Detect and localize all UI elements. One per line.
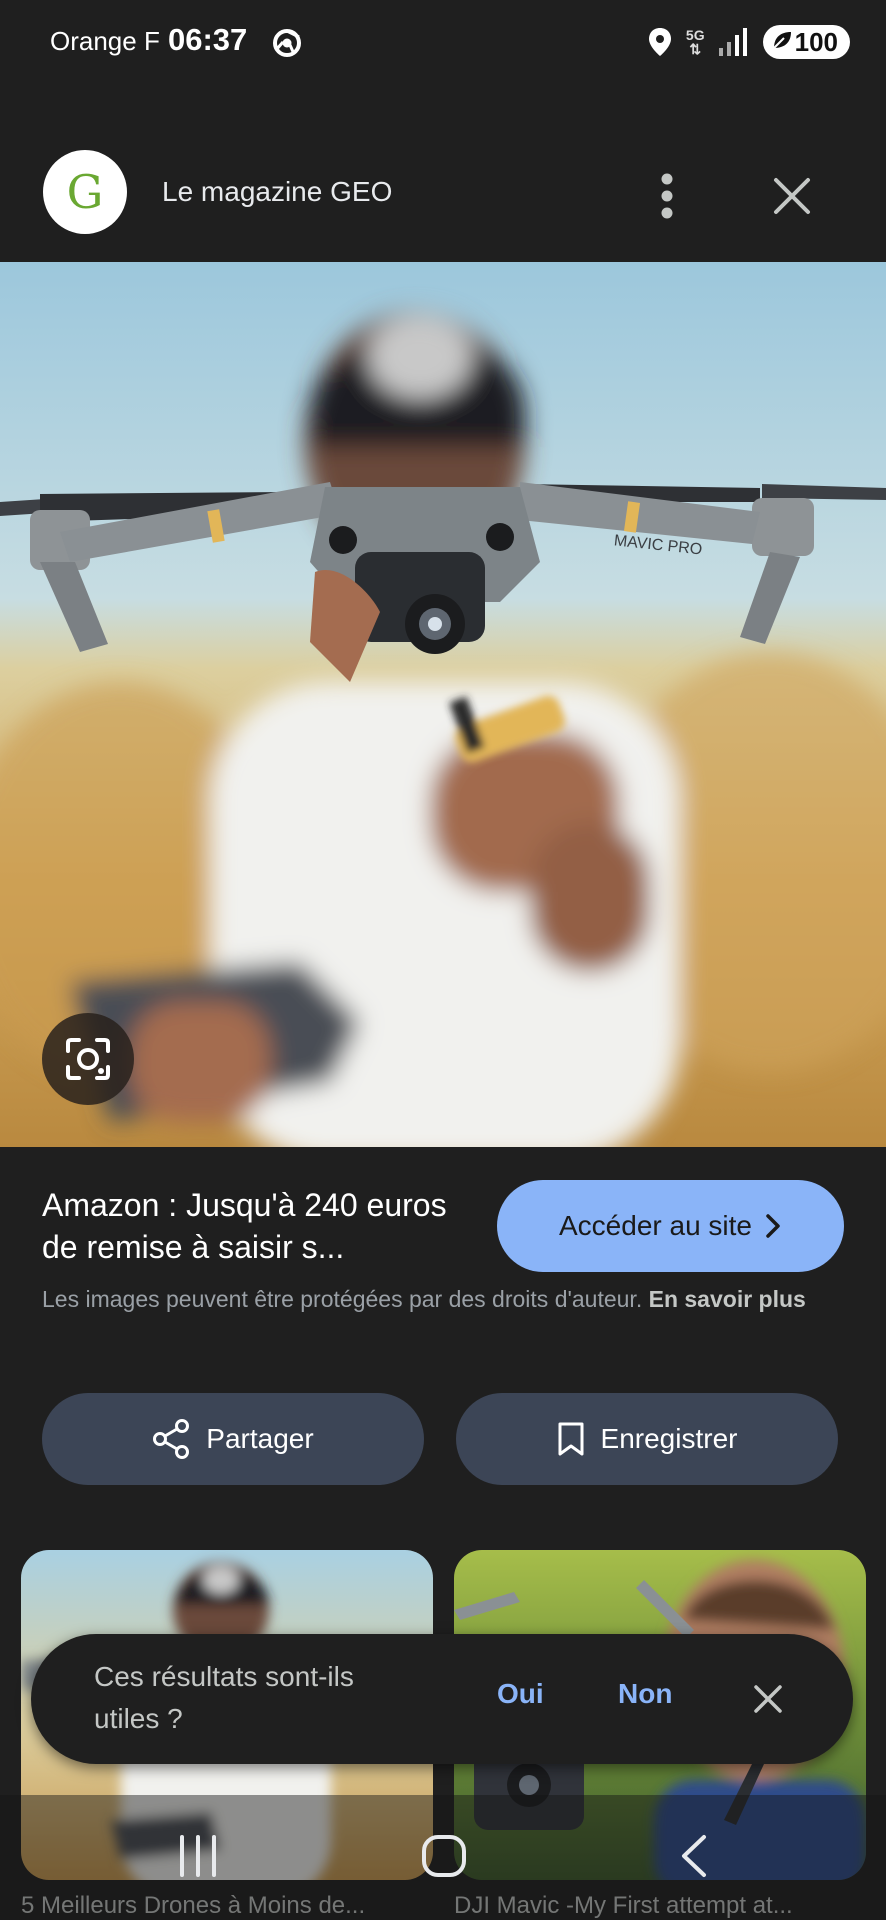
share-label: Partager <box>206 1423 314 1454</box>
carrier-label: Orange F <box>50 26 160 56</box>
back-icon <box>682 1835 706 1877</box>
feedback-close-button[interactable] <box>741 1672 795 1726</box>
battery-indicator: 100 <box>762 25 850 59</box>
visit-site-button[interactable]: Accéder au site <box>497 1180 844 1272</box>
save-label: Enregistrer <box>600 1423 738 1454</box>
more-vert-icon <box>661 173 673 219</box>
more-options-button[interactable] <box>645 164 689 228</box>
chrome-icon <box>272 28 302 58</box>
leaf-icon <box>771 27 793 58</box>
signal-icon <box>718 28 749 56</box>
lens-icon <box>66 1038 110 1080</box>
close-icon <box>774 178 810 214</box>
close-button[interactable] <box>760 164 824 228</box>
site-logo[interactable]: G <box>43 150 127 234</box>
home-button[interactable] <box>420 1833 468 1884</box>
system-navigation-bar <box>0 1795 886 1920</box>
source-header: G Le magazine GEO <box>0 120 886 260</box>
recent-apps-icon <box>180 1835 216 1877</box>
site-name[interactable]: Le magazine GEO <box>162 176 392 208</box>
status-bar: Orange F 06:37 5G ⇅ 100 <box>0 0 886 84</box>
home-icon <box>422 1835 466 1877</box>
chevron-right-icon <box>766 1214 780 1238</box>
network-type: 5G ⇅ <box>685 27 705 57</box>
copyright-notice: Les images peuvent être protégées par de… <box>42 1286 806 1312</box>
feedback-prompt: Ces résultats sont-ils utiles ? Oui Non <box>31 1634 853 1764</box>
feedback-no-button[interactable]: Non <box>618 1678 672 1710</box>
feedback-question: Ces résultats sont-ils utiles ? <box>94 1661 354 1734</box>
share-icon <box>153 1419 190 1459</box>
location-icon <box>648 27 672 57</box>
google-lens-button[interactable] <box>42 1013 134 1105</box>
close-icon <box>754 1685 782 1713</box>
result-title[interactable]: Amazon : Jusqu'à 240 euros de remise à s… <box>42 1184 462 1268</box>
recent-apps-button[interactable] <box>176 1833 220 1884</box>
feedback-yes-button[interactable]: Oui <box>497 1678 544 1710</box>
share-button[interactable]: Partager <box>42 1393 424 1485</box>
save-button[interactable]: Enregistrer <box>456 1393 838 1485</box>
battery-level: 100 <box>794 26 838 57</box>
back-button[interactable] <box>676 1833 712 1884</box>
learn-more-link[interactable]: En savoir plus <box>649 1286 806 1312</box>
visit-site-label: Accéder au site <box>559 1210 752 1241</box>
preview-image[interactable]: MAVIC PRO <box>0 262 886 1147</box>
clock: 06:37 <box>168 22 248 57</box>
bookmark-icon <box>558 1422 584 1456</box>
